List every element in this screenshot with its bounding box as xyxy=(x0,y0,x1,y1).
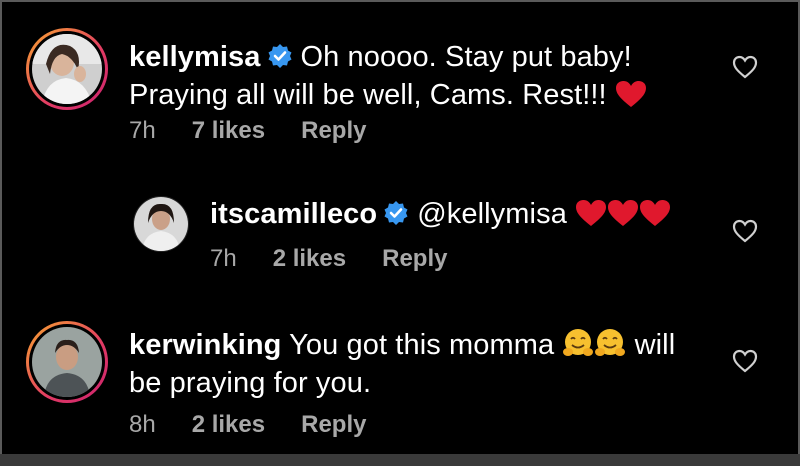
red-heart-emoji-icon xyxy=(640,200,671,226)
avatar[interactable] xyxy=(26,28,108,110)
reply-button[interactable]: Reply xyxy=(382,245,447,272)
hugging-face-emoji-icon xyxy=(563,329,594,356)
red-heart-emoji-icon xyxy=(608,200,639,226)
like-heart-icon[interactable] xyxy=(732,349,758,373)
username[interactable]: kellymisa xyxy=(129,41,261,73)
verified-badge-icon xyxy=(384,201,408,225)
comment-line-1: You got this momma xyxy=(289,329,555,361)
reply-button[interactable]: Reply xyxy=(301,411,366,438)
likes-count[interactable]: 2 likes xyxy=(273,245,346,272)
timestamp: 7h xyxy=(129,117,156,144)
comment-meta: 8h 2 likes Reply xyxy=(129,411,402,439)
comment-meta: 7h 7 likes Reply xyxy=(129,117,402,145)
comment-text: kerwinking You got this momma will be pr… xyxy=(129,326,675,402)
red-heart-emoji-icon xyxy=(615,81,646,107)
hugging-face-emoji-icon xyxy=(595,329,626,356)
username[interactable]: itscamilleco xyxy=(210,198,377,230)
bottom-divider xyxy=(0,454,800,466)
avatar[interactable] xyxy=(26,321,108,403)
username[interactable]: kerwinking xyxy=(129,329,282,361)
comment-text: kellymisa Oh noooo. Stay put baby! Prayin… xyxy=(129,38,647,114)
mention-link[interactable]: @kellymisa xyxy=(417,198,567,230)
likes-count[interactable]: 2 likes xyxy=(192,411,265,438)
timestamp: 7h xyxy=(210,245,237,272)
avatar-photo xyxy=(32,34,102,104)
comment-line-1: Oh noooo. Stay put baby! xyxy=(300,41,632,73)
reply-button[interactable]: Reply xyxy=(301,117,366,144)
likes-count[interactable]: 7 likes xyxy=(192,117,265,144)
like-heart-icon[interactable] xyxy=(732,219,758,243)
like-heart-icon[interactable] xyxy=(732,55,758,79)
timestamp: 8h xyxy=(129,411,156,438)
comment-meta: 7h 2 likes Reply xyxy=(210,245,483,273)
avatar[interactable] xyxy=(133,196,189,252)
red-heart-emoji-icon xyxy=(576,200,607,226)
comment-line-2: Praying all will be well, Cams. Rest!!! xyxy=(129,79,607,111)
verified-badge-icon xyxy=(268,44,291,68)
avatar-photo xyxy=(32,327,102,397)
avatar-photo xyxy=(134,197,188,251)
comment-line-2: be praying for you. xyxy=(129,367,372,399)
comment-line-1-end: will xyxy=(634,329,676,361)
comment-text: itscamilleco @kellymisa xyxy=(210,195,671,233)
